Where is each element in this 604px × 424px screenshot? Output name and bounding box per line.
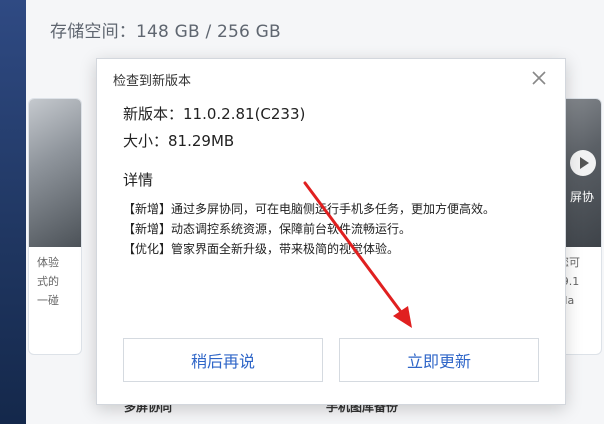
update-size-text: 大小：81.29MB [123,132,235,150]
release-note: 【优化】管家界面全新升级，带来极简的视觉体验。 [123,242,400,256]
close-icon[interactable] [528,67,550,89]
feature-card-text: 体验 式的 一碰 [29,247,81,316]
storage-label: 存储空间：148 GB / 256 GB [50,22,281,42]
feature-card-left[interactable]: 体验 式的 一碰 [28,98,82,355]
card-line: 式的 [37,275,59,288]
update-now-button[interactable]: 立即更新 [339,338,539,382]
release-notes: 【新增】通过多屏协同，可在电脑侧运行手机多任务，更加方便高效。 【新增】动态调控… [123,199,543,259]
card-line: 一碰 [37,294,59,307]
thumbnail-caption: 屏协 [570,190,595,204]
later-button[interactable]: 稍后再说 [123,338,323,382]
new-version-text: 新版本：11.0.2.81(C233) [123,105,306,123]
details-heading: 详情 [123,171,154,189]
update-dialog: 检查到新版本 新版本：11.0.2.81(C233) 大小：81.29MB 详情… [96,58,566,405]
release-note: 【新增】通过多屏协同，可在电脑侧运行手机多任务，更加方便高效。 [123,202,496,216]
feature-card-thumbnail [29,99,81,247]
play-icon[interactable] [570,150,596,176]
release-note: 【新增】动态调控系统资源，保障前台软件流畅运行。 [123,222,412,236]
left-sidebar-strip [0,0,26,424]
dialog-title: 检查到新版本 [113,74,192,89]
card-line: 体验 [37,256,59,269]
